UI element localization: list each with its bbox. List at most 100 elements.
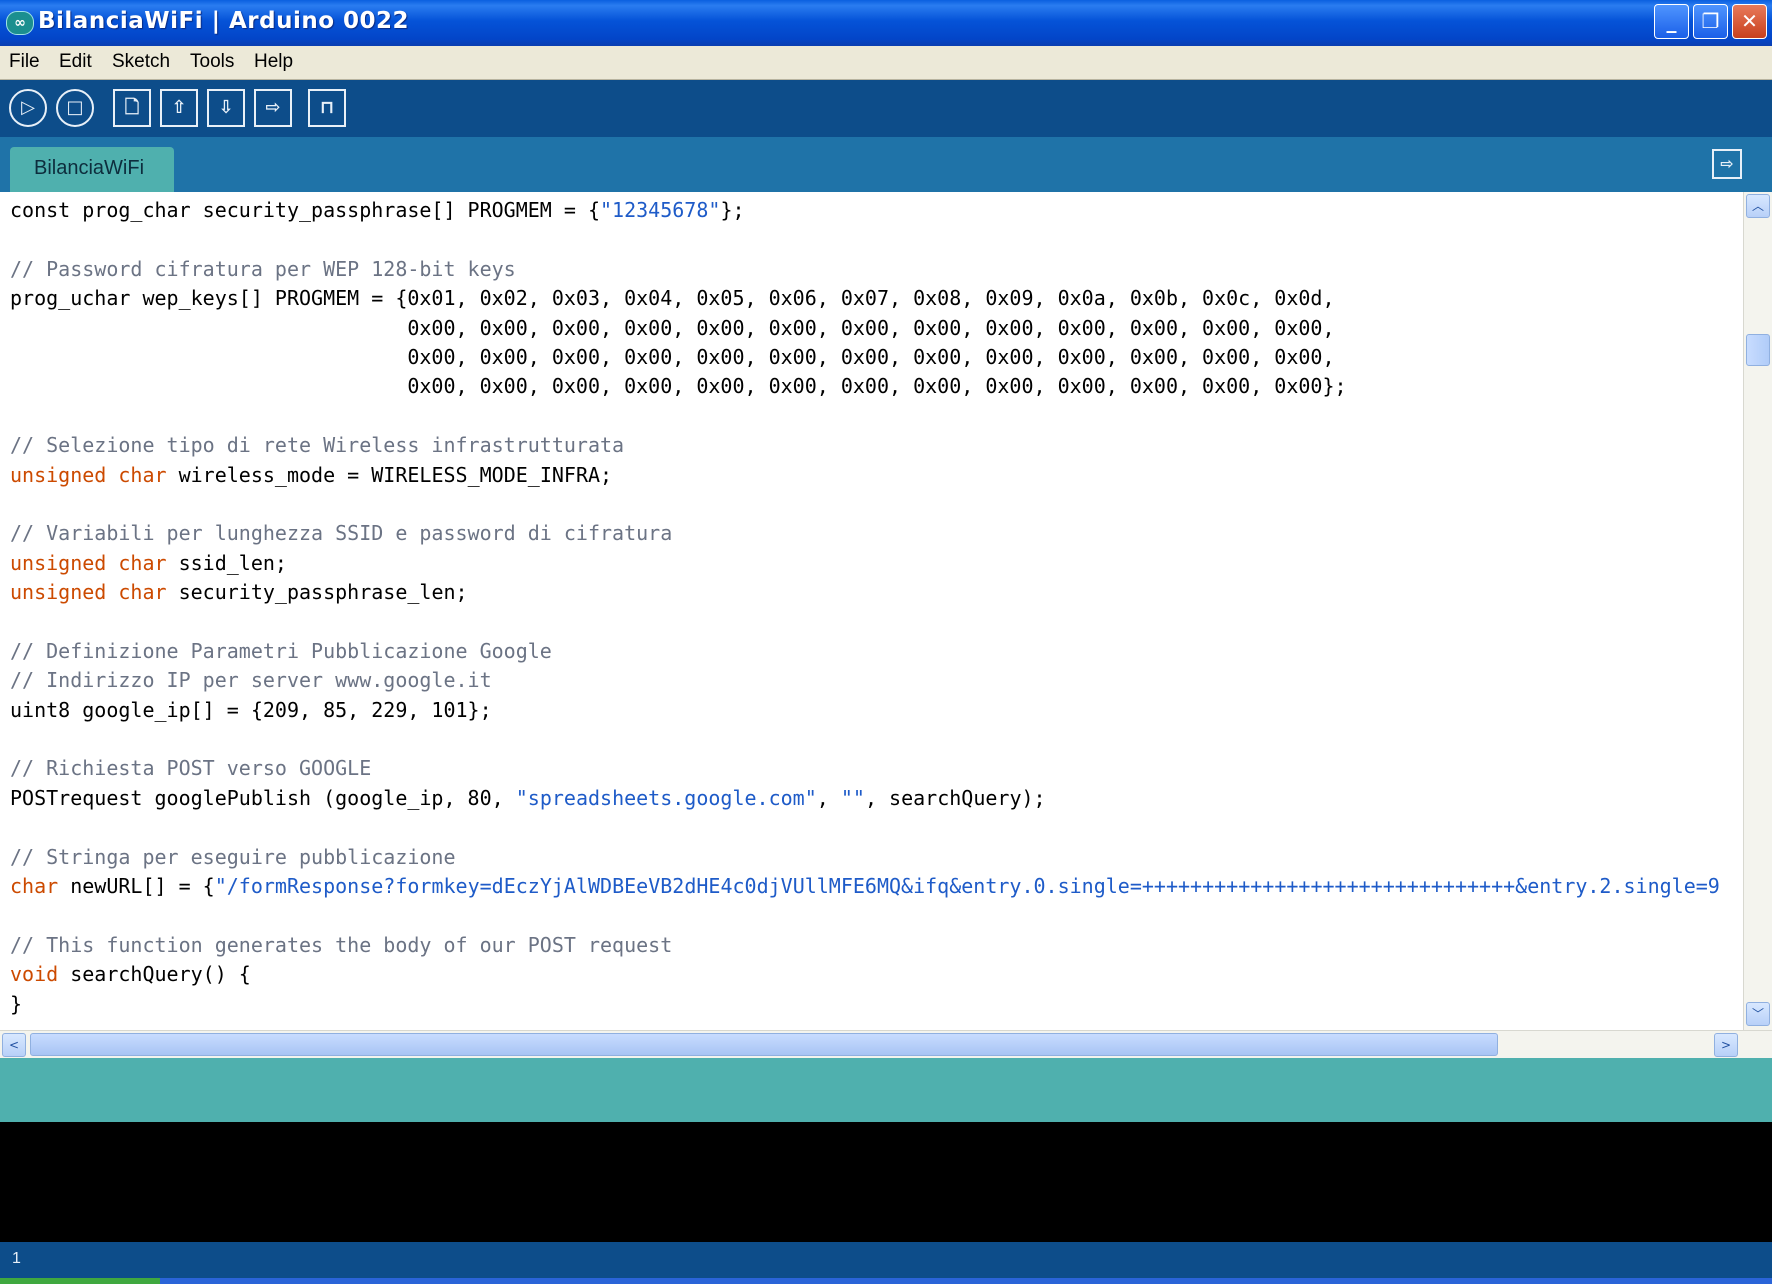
code-comment: // Indirizzo IP per server www.google.it — [10, 668, 492, 693]
status-area — [0, 1058, 1772, 1122]
code-line[interactable]: uint8 google_ip[] = {209, 85, 229, 101}; — [10, 696, 1720, 725]
scroll-up-button[interactable]: ︿ — [1746, 194, 1770, 218]
maximize-button[interactable]: ❐ — [1693, 4, 1728, 39]
new-icon[interactable]: 🗋 — [113, 89, 151, 127]
code-comment: // Password cifratura per WEP 128-bit ke… — [10, 256, 516, 281]
code-line[interactable] — [10, 725, 1720, 754]
stop-icon[interactable]: □ — [56, 89, 94, 127]
start-button[interactable] — [0, 1278, 160, 1284]
code-line[interactable]: // Richiesta POST verso GOOGLE — [10, 754, 1720, 783]
code-comment: // Variabili per lunghezza SSID e passwo… — [10, 521, 673, 546]
code-keyword: unsigned — [10, 462, 107, 487]
console-output[interactable] — [0, 1122, 1772, 1242]
code-keyword: void — [10, 962, 59, 987]
code-line[interactable]: // Definizione Parametri Pubblicazione G… — [10, 637, 1720, 666]
code-keyword: unsigned — [10, 580, 107, 605]
tab-label: BilanciaWiFi — [34, 157, 145, 179]
code-line[interactable]: char newURL[] = {"/formResponse?formkey=… — [10, 872, 1720, 901]
code-line[interactable] — [10, 901, 1720, 930]
minimize-button[interactable]: _ — [1654, 4, 1689, 39]
code-comment: // Stringa per eseguire pubblicazione — [10, 844, 456, 869]
vertical-scrollbar[interactable]: ︿ ﹀ — [1743, 192, 1772, 1030]
code-string: "12345678" — [600, 198, 721, 222]
menu-help[interactable]: Help — [254, 51, 293, 73]
code-line[interactable]: // Indirizzo IP per server www.google.it — [10, 666, 1720, 695]
code-token: const prog_char security_passphrase[] PR… — [10, 198, 601, 222]
code-token: security_passphrase_len; — [166, 580, 468, 605]
code-token: uint8 google_ip[] = {209, 85, 229, 101}; — [10, 697, 492, 722]
scroll-left-button[interactable]: < — [2, 1033, 26, 1057]
code-token: } — [10, 991, 23, 1016]
code-line[interactable]: } — [10, 990, 1720, 1019]
code-keyword: char — [118, 580, 167, 605]
code-line[interactable] — [10, 813, 1720, 842]
code-comment: // Definizione Parametri Pubblicazione G… — [10, 638, 552, 663]
code-line[interactable]: 0x00, 0x00, 0x00, 0x00, 0x00, 0x00, 0x00… — [10, 372, 1720, 401]
menu-bar: File Edit Sketch Tools Help — [0, 46, 1772, 80]
code-line[interactable]: 0x00, 0x00, 0x00, 0x00, 0x00, 0x00, 0x00… — [10, 314, 1720, 343]
scroll-down-button[interactable]: ﹀ — [1746, 1002, 1770, 1026]
horizontal-scroll-thumb[interactable] — [30, 1033, 1498, 1056]
menu-sketch[interactable]: Sketch — [112, 51, 170, 73]
code-line[interactable]: unsigned char ssid_len; — [10, 549, 1720, 578]
code-token: 0x00, 0x00, 0x00, 0x00, 0x00, 0x00, 0x00… — [10, 344, 1335, 369]
horizontal-scrollbar[interactable]: < > — [0, 1030, 1772, 1058]
code-string: "spreadsheets.google.com" — [515, 785, 817, 810]
tab-bilanciawifi[interactable]: BilanciaWiFi — [10, 147, 174, 192]
code-comment: // Richiesta POST verso GOOGLE — [10, 756, 372, 781]
code-keyword: unsigned — [10, 550, 107, 575]
code-token: ssid_len; — [166, 550, 287, 575]
code-line[interactable]: // Stringa per eseguire pubblicazione — [10, 843, 1720, 872]
code-line[interactable]: unsigned char wireless_mode = WIRELESS_M… — [10, 461, 1720, 490]
serial-monitor-icon[interactable]: ⊓ — [308, 89, 346, 127]
code-line[interactable] — [10, 402, 1720, 431]
code-line[interactable]: POSTrequest googlePublish (google_ip, 80… — [10, 784, 1720, 813]
toolbar: ▷ □ 🗋 ⇧ ⇩ ⇨ ⊓ — [0, 80, 1772, 137]
code-string: "/formResponse?formkey=dEczYjAlWDBEeVB2d… — [214, 873, 1720, 898]
window-title: BilanciaWiFi | Arduino 0022 — [38, 8, 410, 34]
menu-edit[interactable]: Edit — [59, 51, 92, 73]
menu-tools[interactable]: Tools — [190, 51, 234, 73]
code-keyword: char — [10, 873, 59, 898]
code-line[interactable]: const prog_char security_passphrase[] PR… — [10, 196, 1720, 225]
code-token: }; — [720, 198, 745, 222]
close-button[interactable]: ✕ — [1732, 4, 1767, 39]
code-line[interactable] — [10, 607, 1720, 636]
line-number: 1 — [12, 1250, 21, 1267]
taskbar-strip — [0, 1278, 1772, 1284]
code-token: , — [816, 785, 841, 810]
code-line[interactable]: prog_uchar wep_keys[] PROGMEM = {0x01, 0… — [10, 284, 1720, 313]
verify-icon[interactable]: ▷ — [9, 89, 47, 127]
code-line[interactable]: // Variabili per lunghezza SSID e passwo… — [10, 519, 1720, 548]
code-editor[interactable]: const prog_char security_passphrase[] PR… — [0, 192, 1743, 1030]
code-token: wireless_mode = WIRELESS_MODE_INFRA; — [166, 462, 613, 487]
code-line[interactable]: 0x00, 0x00, 0x00, 0x00, 0x00, 0x00, 0x00… — [10, 343, 1720, 372]
code-line[interactable]: // Selezione tipo di rete Wireless infra… — [10, 431, 1720, 460]
code-string: "" — [840, 785, 865, 810]
code-text[interactable]: const prog_char security_passphrase[] PR… — [10, 196, 1720, 1019]
code-line[interactable] — [10, 225, 1720, 254]
code-line[interactable]: // Password cifratura per WEP 128-bit ke… — [10, 255, 1720, 284]
vertical-scroll-thumb[interactable] — [1746, 334, 1770, 366]
code-token: 0x00, 0x00, 0x00, 0x00, 0x00, 0x00, 0x00… — [10, 374, 1347, 399]
code-keyword: char — [118, 462, 167, 487]
arduino-logo-icon: ∞ — [6, 11, 34, 35]
code-line[interactable]: unsigned char security_passphrase_len; — [10, 578, 1720, 607]
scroll-right-button[interactable]: > — [1714, 1033, 1738, 1057]
menu-file[interactable]: File — [9, 51, 40, 73]
line-number-bar: 1 — [0, 1242, 1772, 1278]
serial-monitor-button[interactable]: ⇨ — [1712, 149, 1742, 179]
code-line[interactable]: void searchQuery() { — [10, 960, 1720, 989]
code-line[interactable] — [10, 490, 1720, 519]
code-comment: // Selezione tipo di rete Wireless infra… — [10, 433, 625, 458]
save-icon[interactable]: ⇩ — [207, 89, 245, 127]
code-line[interactable]: // This function generates the body of o… — [10, 931, 1720, 960]
code-token: prog_uchar wep_keys[] PROGMEM = {0x01, 0… — [10, 286, 1335, 311]
upload-icon[interactable]: ⇨ — [254, 89, 292, 127]
tab-bar: BilanciaWiFi ⇨ — [0, 137, 1772, 192]
open-icon[interactable]: ⇧ — [160, 89, 198, 127]
title-bar[interactable]: ∞ BilanciaWiFi | Arduino 0022 _ ❐ ✕ — [0, 0, 1772, 46]
